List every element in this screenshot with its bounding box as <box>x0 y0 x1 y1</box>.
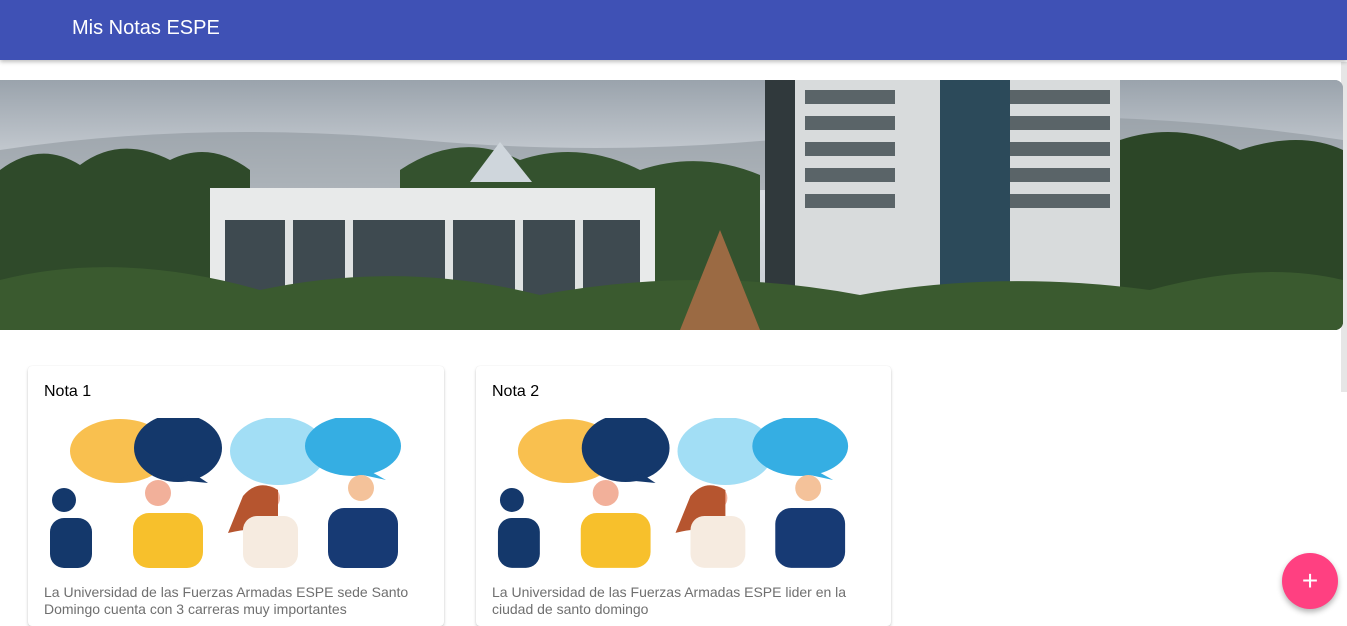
app-toolbar: Mis Notas ESPE <box>0 0 1347 60</box>
app-title: Mis Notas ESPE <box>72 17 220 39</box>
add-note-button[interactable]: + <box>1282 553 1338 609</box>
campus-banner-image <box>0 80 1343 330</box>
note-card[interactable]: Nota 2 La Universidad de las Fuerzas Arm… <box>476 366 891 626</box>
plus-icon: + <box>1301 565 1319 596</box>
people-speech-bubbles-illustration <box>476 414 891 568</box>
note-title: Nota 1 <box>44 383 92 400</box>
note-text: La Universidad de las Fuerzas Armadas ES… <box>44 584 409 617</box>
people-speech-bubbles-illustration <box>28 414 444 568</box>
note-card[interactable]: Nota 1 La Universidad de las Fuerzas Arm… <box>28 366 444 626</box>
note-title: Nota 2 <box>492 383 540 400</box>
note-text: La Universidad de las Fuerzas Armadas ES… <box>492 584 847 617</box>
